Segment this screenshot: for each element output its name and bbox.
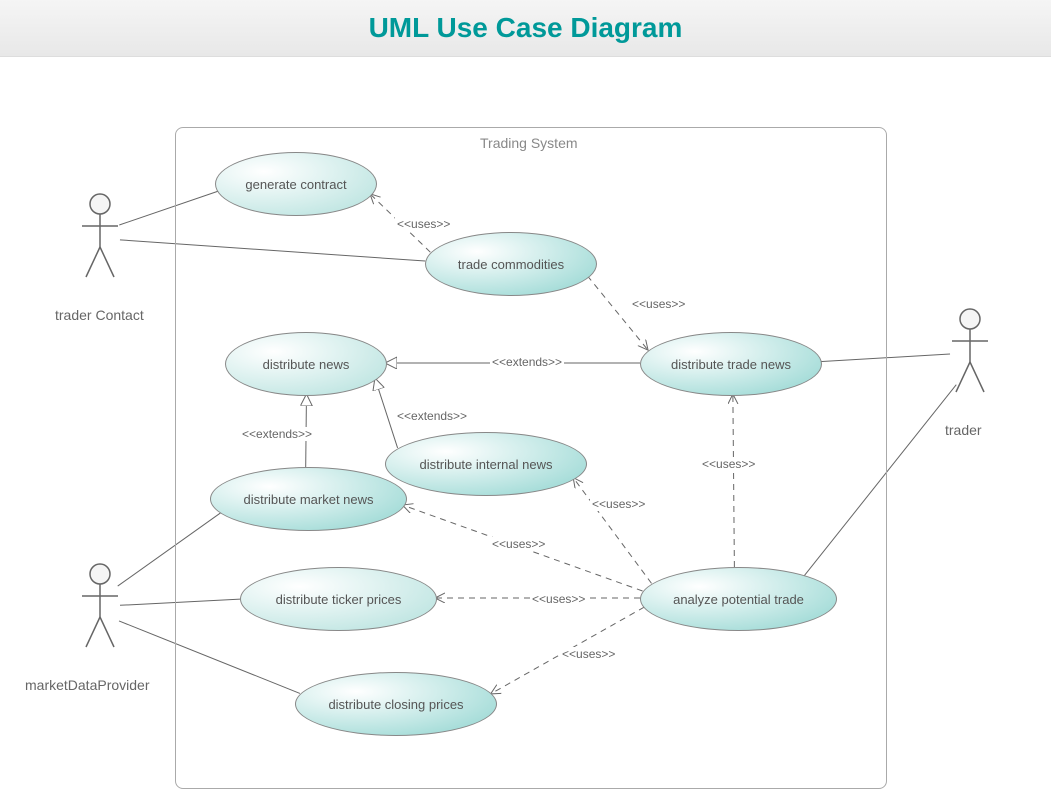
actor-traderContact <box>80 192 120 287</box>
edge-label-12: <<uses>> <box>700 457 757 471</box>
edge-label-13: <<uses>> <box>590 497 647 511</box>
usecase-distributeNews: distribute news <box>225 332 387 396</box>
usecase-tradeCommodities: trade commodities <box>425 232 597 296</box>
edge-label-3: <<uses>> <box>630 297 687 311</box>
usecase-distributeTradeNews: distribute trade news <box>640 332 822 396</box>
edge-label-7: <<extends>> <box>240 427 314 441</box>
uml-diagram: Trading System trader Contact marketDataP… <box>0 57 1051 787</box>
actor-marketDataProvider <box>80 562 120 657</box>
page-header: UML Use Case Diagram <box>0 0 1051 57</box>
usecase-distributeTickerPrices: distribute ticker prices <box>240 567 437 631</box>
actor-label-marketDataProvider: marketDataProvider <box>25 677 150 693</box>
edge-label-2: <<uses>> <box>395 217 452 231</box>
edge-label-14: <<uses>> <box>490 537 547 551</box>
edge-label-15: <<uses>> <box>530 592 587 606</box>
actor-label-traderContact: trader Contact <box>55 307 144 323</box>
actor-label-trader: trader <box>945 422 982 438</box>
usecase-distributeClosingPrices: distribute closing prices <box>295 672 497 736</box>
usecase-analyzePotentialTrade: analyze potential trade <box>640 567 837 631</box>
edge-label-5: <<extends>> <box>490 355 564 369</box>
page-title: UML Use Case Diagram <box>0 12 1051 44</box>
edge-label-16: <<uses>> <box>560 647 617 661</box>
usecase-distributeMarketNews: distribute market news <box>210 467 407 531</box>
system-title: Trading System <box>480 135 578 151</box>
actor-trader <box>950 307 990 402</box>
edge-label-6: <<extends>> <box>395 409 469 423</box>
usecase-generateContract: generate contract <box>215 152 377 216</box>
usecase-distributeInternalNews: distribute internal news <box>385 432 587 496</box>
